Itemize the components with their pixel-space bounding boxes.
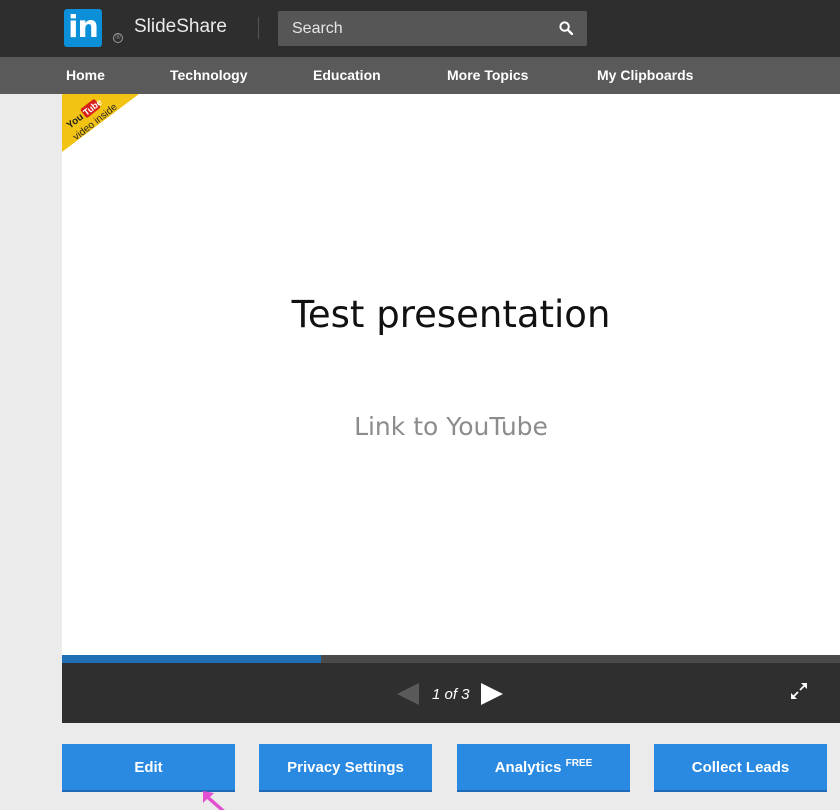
nav-more-topics[interactable]: More Topics xyxy=(447,67,528,83)
free-badge: FREE xyxy=(565,758,593,769)
header-divider xyxy=(258,17,259,39)
edit-button[interactable]: Edit xyxy=(62,744,235,792)
top-header: in ® SlideShare Search xyxy=(0,0,840,57)
nav-home[interactable]: Home xyxy=(66,67,105,83)
fullscreen-icon[interactable] xyxy=(790,682,808,700)
nav-education[interactable]: Education xyxy=(313,67,381,83)
search-placeholder: Search xyxy=(292,20,343,37)
nav-technology[interactable]: Technology xyxy=(170,67,248,83)
slide-progress-bar[interactable] xyxy=(62,655,840,663)
registered-mark: ® xyxy=(113,33,123,43)
annotation-arrow-icon xyxy=(203,791,225,810)
privacy-settings-button[interactable]: Privacy Settings xyxy=(259,744,432,792)
slide-title: Test presentation xyxy=(291,293,611,336)
slide-progress-fill xyxy=(62,655,322,663)
page-indicator: 1 of 3 xyxy=(432,686,470,703)
previous-slide-icon[interactable] xyxy=(397,683,419,705)
next-slide-icon[interactable] xyxy=(481,683,503,705)
slide-canvas[interactable]: You Tube video inside Test presentation … xyxy=(62,94,840,655)
youtube-video-inside-badge: You Tube video inside xyxy=(62,94,139,152)
analytics-label: Analytics xyxy=(494,759,562,776)
topic-nav: Home Technology Education More Topics My… xyxy=(0,57,840,94)
brand-name[interactable]: SlideShare xyxy=(134,16,227,38)
nav-my-clipboards[interactable]: My Clipboards xyxy=(597,67,693,83)
search-icon[interactable] xyxy=(559,21,573,35)
search-input[interactable]: Search xyxy=(278,11,587,46)
player-controls: 1 of 3 xyxy=(62,663,840,723)
analytics-button[interactable]: Analytics FREE xyxy=(457,744,630,792)
collect-leads-button[interactable]: Collect Leads xyxy=(654,744,827,792)
linkedin-logo[interactable]: in xyxy=(64,9,102,47)
slide-subtitle-link[interactable]: Link to YouTube xyxy=(62,412,840,441)
